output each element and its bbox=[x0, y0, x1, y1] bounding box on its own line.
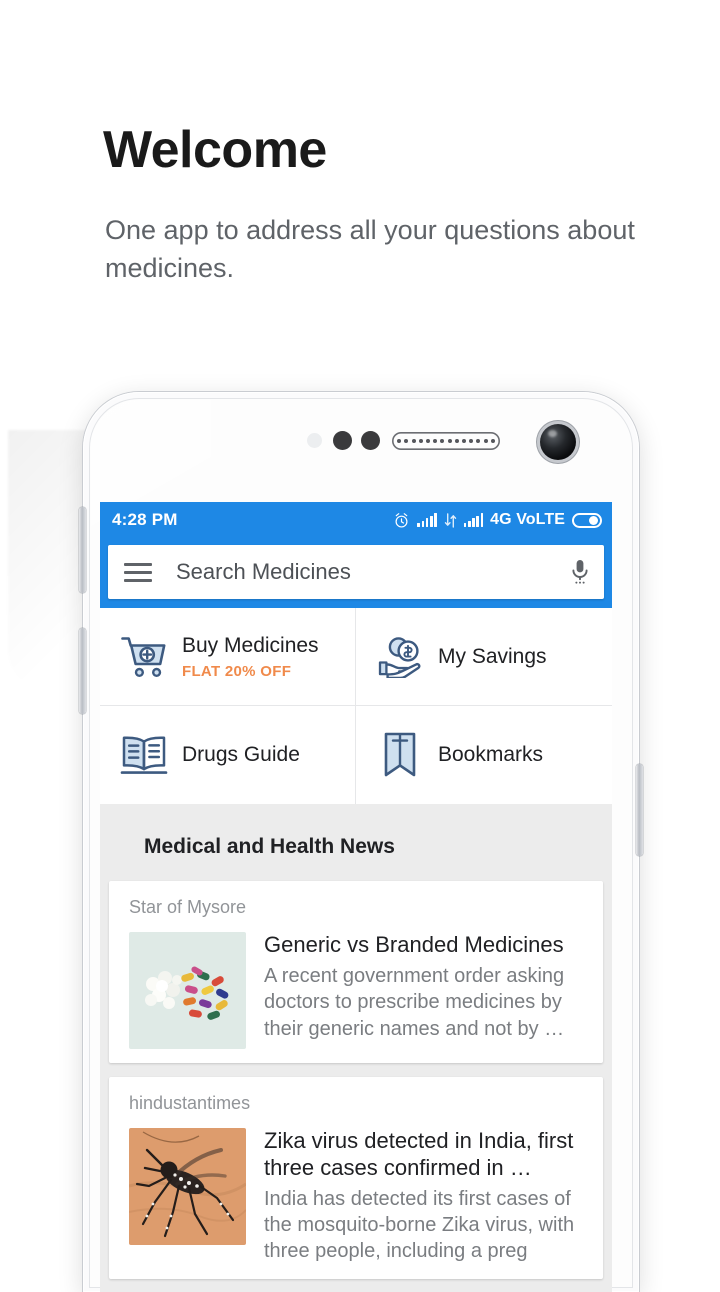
light-sensor-icon bbox=[307, 433, 322, 448]
signal-icon bbox=[463, 513, 484, 527]
hand-coins-icon bbox=[374, 636, 426, 678]
earpiece-speaker-icon bbox=[392, 432, 500, 450]
bookmark-icon bbox=[374, 732, 426, 778]
news-section-heading: Medical and Health News bbox=[144, 835, 395, 858]
quick-action-label: Bookmarks bbox=[438, 743, 544, 767]
phone-screen: 4:28 PM 4G VoLTE Search Medicines Buy Me… bbox=[100, 502, 612, 1292]
status-bar: 4:28 PM 4G VoLTE bbox=[100, 502, 612, 538]
proximity-sensor-icon bbox=[333, 431, 352, 450]
search-placeholder-text: Search Medicines bbox=[176, 559, 351, 584]
news-thumbnail-mosquito bbox=[129, 1128, 246, 1245]
news-description: A recent government order asking doctors… bbox=[264, 964, 565, 1040]
quick-action-buy-medicines[interactable]: Buy Medicines FLAT 20% OFF bbox=[100, 608, 356, 706]
news-card[interactable]: Star of Mysore Generic vs Branded Medici… bbox=[109, 881, 603, 1063]
open-book-icon bbox=[118, 733, 170, 777]
volume-down-button[interactable] bbox=[79, 628, 86, 714]
news-section: Medical and Health News Star of Mysore G… bbox=[100, 804, 612, 1292]
page-subtitle: One app to address all your questions ab… bbox=[105, 215, 635, 284]
phone-top-bezel bbox=[83, 392, 639, 500]
status-bar-clock: 4:28 PM bbox=[112, 510, 178, 529]
quick-actions-grid: Buy Medicines FLAT 20% OFF My Savings Dr… bbox=[100, 608, 612, 804]
front-camera-icon bbox=[540, 424, 576, 460]
quick-action-label: My Savings bbox=[438, 644, 547, 668]
data-transfer-icon bbox=[444, 512, 456, 528]
shopping-cart-plus-icon bbox=[118, 636, 170, 678]
microphone-icon[interactable] bbox=[570, 559, 590, 585]
alarm-icon bbox=[395, 512, 408, 528]
quick-action-label: Buy Medicines bbox=[182, 633, 319, 657]
page-title: Welcome bbox=[103, 121, 327, 179]
news-title: Zika virus detected in India, first thre… bbox=[264, 1128, 574, 1180]
network-label: 4G VoLTE bbox=[490, 511, 565, 528]
battery-icon bbox=[572, 512, 602, 528]
phone-mockup: 4:28 PM 4G VoLTE Search Medicines Buy Me… bbox=[79, 392, 643, 1292]
search-bar-container: Search Medicines bbox=[100, 538, 612, 608]
hamburger-menu-icon[interactable] bbox=[124, 562, 152, 582]
quick-action-label: Drugs Guide bbox=[182, 743, 300, 767]
quick-action-offer-badge: FLAT 20% OFF bbox=[182, 663, 292, 681]
news-source: hindustantimes bbox=[129, 1093, 251, 1113]
volume-up-button[interactable] bbox=[79, 507, 86, 593]
search-input[interactable]: Search Medicines bbox=[108, 545, 604, 599]
quick-action-my-savings[interactable]: My Savings bbox=[356, 608, 612, 706]
power-button[interactable] bbox=[636, 764, 643, 856]
news-card[interactable]: hindustantimes Zika virus detected in In… bbox=[109, 1077, 603, 1279]
news-title: Generic vs Branded Medicines bbox=[264, 932, 564, 957]
quick-action-bookmarks[interactable]: Bookmarks bbox=[356, 706, 612, 804]
quick-action-drugs-guide[interactable]: Drugs Guide bbox=[100, 706, 356, 804]
news-source: Star of Mysore bbox=[129, 897, 247, 917]
ir-sensor-icon bbox=[361, 431, 380, 450]
news-description: India has detected its first cases of th… bbox=[264, 1187, 575, 1263]
news-thumbnail-pills bbox=[129, 932, 246, 1049]
signal-icon bbox=[417, 513, 437, 527]
